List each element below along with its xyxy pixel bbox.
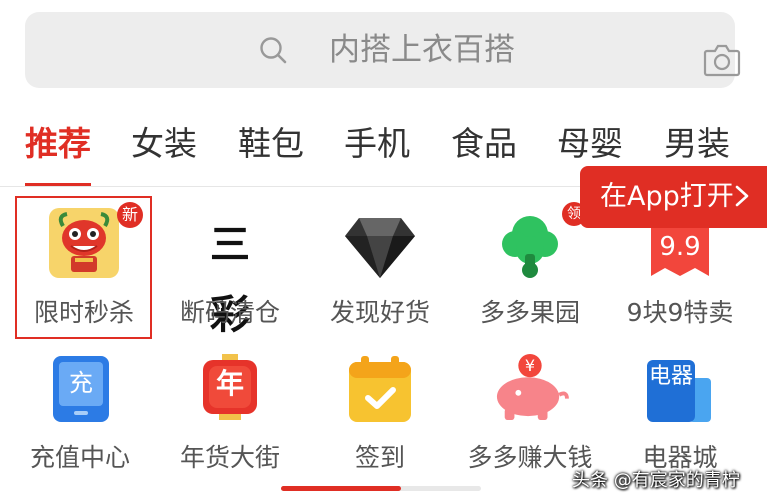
grid-item-label: 年货大街 [179,443,280,472]
grid-item-label: 多多果园 [479,298,580,327]
grid-item-clearance[interactable]: 三彩 断码清仓 [160,200,300,340]
grid-item-appliance-city[interactable]: 电器 电器城 [610,352,750,482]
lantern-icon-text: 年 [215,367,244,400]
grid-item-orchard[interactable]: 领 多多果园 [460,200,600,340]
sancai-logo: 三彩 [210,222,250,338]
scroll-indicator-thumb [281,486,401,491]
tab-men[interactable]: 男装 [664,118,730,170]
tree-icon [502,216,558,278]
tab-shoes-bags[interactable]: 鞋包 [238,118,304,170]
open-in-app-label: 在App打开 [600,181,734,212]
scroll-indicator [281,486,481,491]
grid-item-check-in[interactable]: 签到 [310,352,450,482]
grid-item-discover[interactable]: 发现好货 [310,200,450,340]
tab-mother-baby[interactable]: 母婴 [557,118,623,170]
tab-women[interactable]: 女装 [131,118,197,170]
coin-symbol: ¥ [524,356,536,375]
tab-phones[interactable]: 手机 [344,118,410,170]
calendar-check-icon [349,356,411,422]
grid-item-label: 充值中心 [29,443,130,472]
chevron-right-icon [735,185,749,207]
tab-food[interactable]: 食品 [451,118,517,170]
price-tag-text: 9.9 [659,232,701,262]
search-bar[interactable]: 内搭上衣百搭 [25,12,741,88]
tab-recommend[interactable]: 推荐 [25,118,91,170]
recharge-icon-text: 充 [69,369,93,397]
search-icon [260,37,287,64]
grid-item-label: 发现好货 [329,298,430,327]
appliance-icon-text: 电器 [648,364,693,389]
open-in-app-button[interactable]: 在App打开 [580,166,767,228]
grid-item-label: 签到 [354,443,405,472]
grid-item-recharge[interactable]: 充 充值中心 [10,352,150,482]
watermark: 头条 @有宸家的青柠 [572,470,740,491]
selection-highlight [15,196,152,339]
grid-item-label: 断码清仓 [179,298,280,327]
grid-item-new-year-street[interactable]: 年 年货大街 [160,352,300,482]
diamond-icon [345,218,415,278]
grid-item-earn-money[interactable]: ¥ 多多赚大钱 [460,352,600,482]
search-placeholder: 内搭上衣百搭 [329,32,515,68]
grid-item-label: 9块9特卖 [626,298,734,327]
camera-icon[interactable] [703,43,741,77]
